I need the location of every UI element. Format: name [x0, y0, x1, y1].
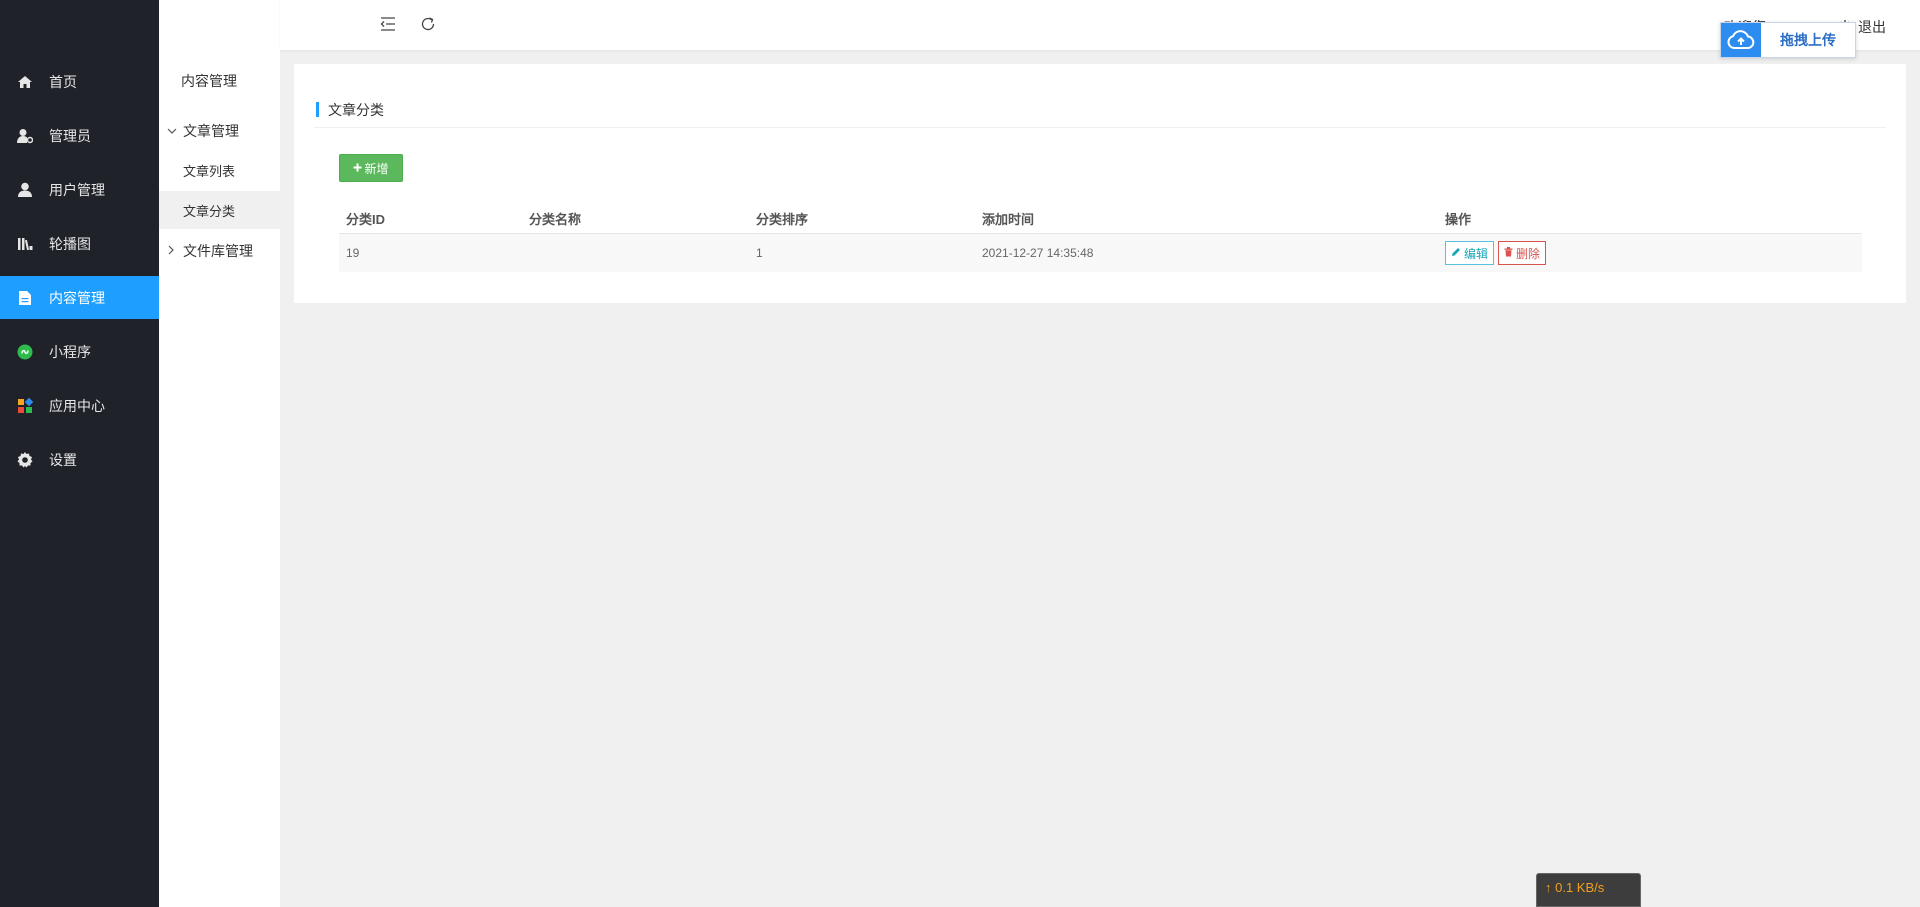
miniprogram-icon: [16, 343, 34, 361]
apps-icon: [16, 397, 34, 415]
logout-link[interactable]: 退出: [1858, 17, 1886, 37]
home-icon: [16, 73, 34, 91]
table-header: 分类ID 分类名称 分类排序 添加时间 操作: [339, 204, 1862, 234]
submenu-item-article-category[interactable]: 文章分类: [159, 191, 280, 229]
category-table: 分类ID 分类名称 分类排序 添加时间 操作 19 1 2021-12-27 1…: [339, 204, 1862, 272]
trash-icon: [1504, 246, 1513, 260]
submenu-group-label: 文章管理: [183, 123, 239, 139]
chevron-down-icon: [167, 124, 179, 138]
plus-icon: [353, 161, 362, 175]
submenu-panel: 内容管理 文章管理 文章列表 文章分类 文件库管理: [159, 0, 280, 907]
sidebar-item-admin[interactable]: 管理员: [0, 114, 159, 157]
sidebar-item-label: 用户管理: [49, 181, 105, 198]
user-icon: [16, 181, 34, 199]
sidebar-item-users[interactable]: 用户管理: [0, 168, 159, 211]
sidebar-item-label: 小程序: [49, 343, 91, 360]
submenu-title: 内容管理: [181, 73, 237, 89]
edit-button-label: 编辑: [1464, 246, 1489, 261]
sidebar-item-label: 首页: [49, 73, 77, 90]
cell-sort: 1: [756, 246, 763, 260]
submenu-group-articles[interactable]: 文章管理: [167, 121, 239, 141]
delete-button-label: 删除: [1516, 246, 1541, 261]
add-button[interactable]: 新增: [339, 154, 403, 182]
column-header: 操作: [1445, 212, 1472, 227]
sidebar-item-settings[interactable]: 设置: [0, 438, 159, 481]
upload-label: 拖拽上传: [1780, 32, 1836, 48]
refresh-icon[interactable]: [418, 14, 438, 34]
sidebar-item-home[interactable]: 首页: [0, 60, 159, 103]
sidebar-item-apps[interactable]: 应用中心: [0, 384, 159, 427]
cell-id: 19: [346, 246, 360, 260]
edit-button[interactable]: 编辑: [1445, 241, 1495, 265]
submenu-item-label: 文章列表: [183, 163, 236, 179]
submenu-group-label: 文件库管理: [183, 243, 253, 259]
main-sidebar: 首页 管理员 用户管理 轮播图 内容管理 小程序 应用中心 设置: [0, 0, 159, 907]
drag-upload-widget[interactable]: 拖拽上传: [1720, 22, 1856, 58]
column-header[interactable]: 分类排序: [756, 204, 808, 233]
top-header: 欢迎您 退出: [280, 0, 1920, 50]
sidebar-item-content[interactable]: 内容管理: [0, 276, 159, 319]
cloud-upload-icon: [1721, 23, 1761, 57]
admin-icon: [16, 127, 34, 145]
sidebar-item-label: 内容管理: [49, 289, 105, 306]
column-header[interactable]: 分类ID: [346, 204, 385, 233]
submenu-item-article-list[interactable]: 文章列表: [159, 151, 280, 189]
sidebar-item-miniprogram[interactable]: 小程序: [0, 330, 159, 373]
sidebar-item-carousel[interactable]: 轮播图: [0, 222, 159, 265]
title-accent-bar: [316, 102, 319, 117]
menu-toggle-icon[interactable]: [378, 14, 398, 34]
submenu-item-label: 文章分类: [183, 203, 236, 219]
pencil-icon: [1451, 246, 1461, 260]
content-card: 文章分类 新增 分类ID 分类名称 分类排序 添加时间 操作 19 1 2021…: [294, 64, 1906, 303]
net-speed-widget: ↑ 0.1 KB/s: [1536, 873, 1641, 907]
submenu-group-files[interactable]: 文件库管理: [167, 241, 253, 261]
document-icon: [16, 289, 34, 307]
carousel-icon: [16, 235, 34, 253]
column-header[interactable]: 分类名称: [529, 204, 581, 233]
gear-icon: [16, 451, 34, 469]
card-header: 文章分类: [314, 94, 1886, 128]
chevron-right-icon: [167, 244, 179, 258]
sidebar-item-label: 应用中心: [49, 397, 105, 414]
cell-time: 2021-12-27 14:35:48: [982, 246, 1094, 260]
sidebar-item-label: 设置: [49, 451, 77, 468]
sidebar-item-label: 轮播图: [49, 235, 91, 252]
cell-actions: 编辑 删除: [1445, 234, 1550, 272]
page-title: 文章分类: [328, 102, 384, 118]
add-button-label: 新增: [364, 161, 389, 176]
sidebar-item-label: 管理员: [49, 127, 91, 144]
upload-speed: ↑ 0.1 KB/s: [1545, 880, 1605, 895]
table-row: 19 1 2021-12-27 14:35:48 编辑 删除: [339, 234, 1862, 272]
delete-button[interactable]: 删除: [1498, 241, 1547, 265]
column-header[interactable]: 添加时间: [982, 204, 1034, 233]
